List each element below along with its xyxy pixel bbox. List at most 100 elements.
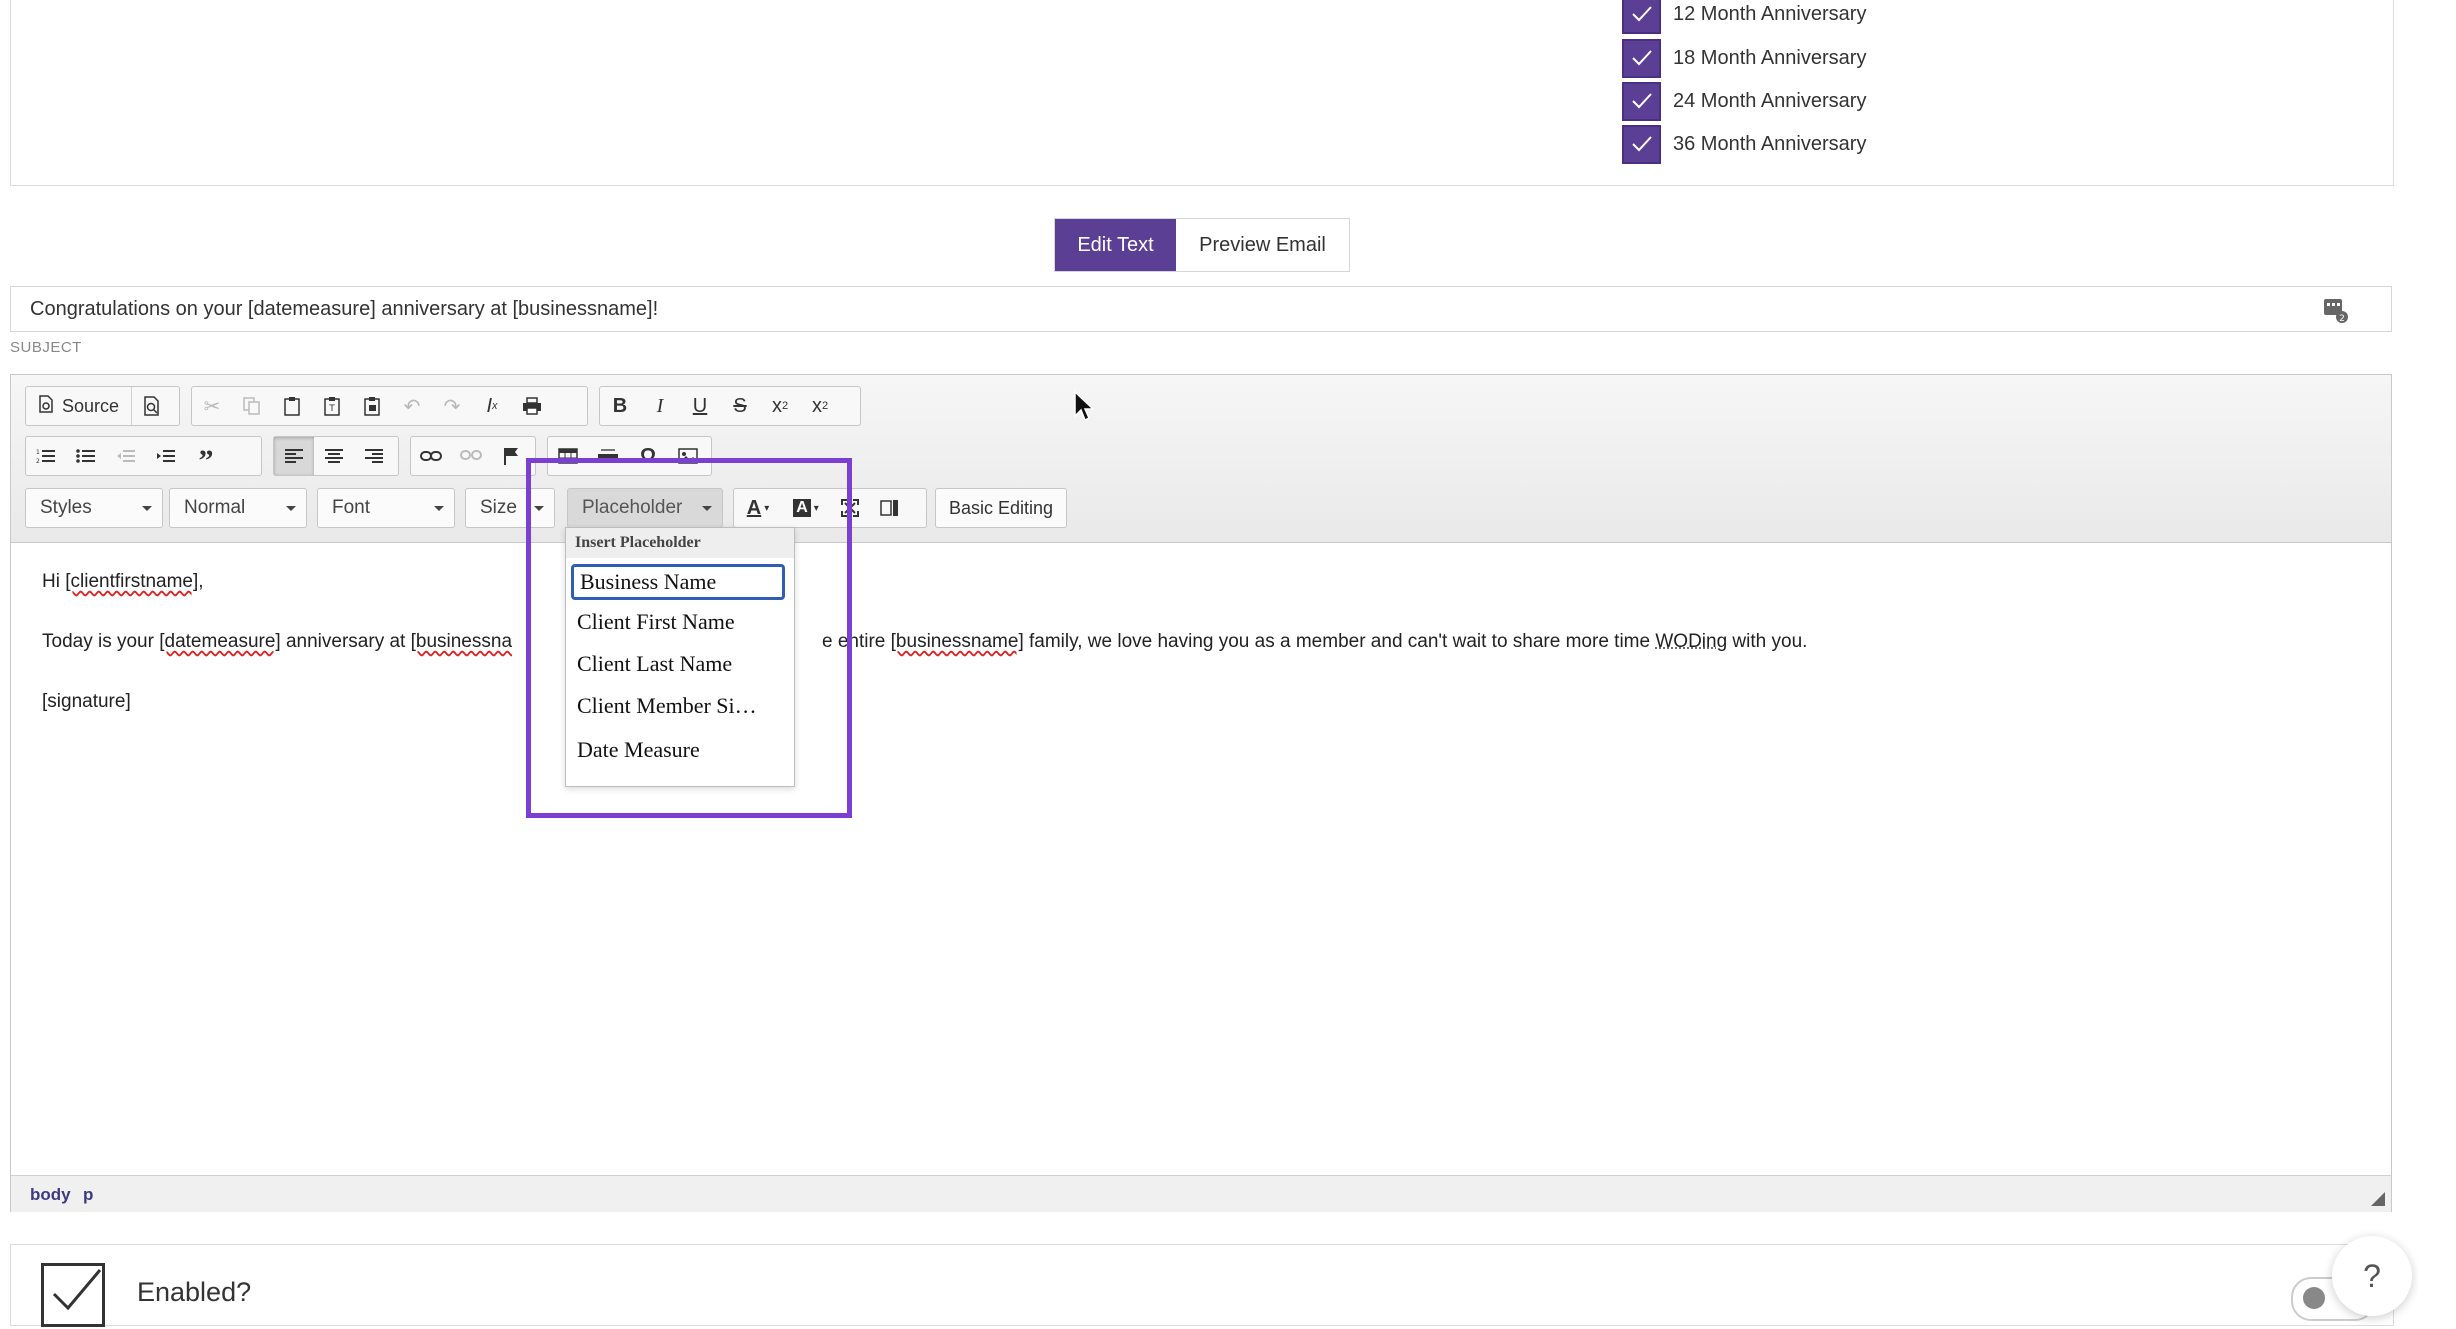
undo-icon[interactable]: ↶	[392, 387, 432, 425]
underline-icon[interactable]: U	[680, 387, 720, 425]
align-center-icon[interactable]	[314, 437, 354, 475]
align-left-icon[interactable]	[274, 437, 314, 475]
source-icon	[38, 395, 54, 418]
numbered-list-icon[interactable]: 12	[26, 437, 66, 475]
bold-icon[interactable]: B	[600, 387, 640, 425]
alignment-group	[273, 436, 399, 476]
mouse-cursor-icon	[1073, 390, 1095, 427]
source-button[interactable]: Source	[26, 387, 132, 425]
paste-word-icon[interactable]	[352, 387, 392, 425]
body-line-greeting: Hi [clientfirstname],	[42, 571, 204, 593]
placeholder-token: [datemeasure]	[159, 631, 280, 652]
anniversary-option[interactable]: 24 Month Anniversary	[1622, 81, 1866, 121]
subject-value: Congratulations on your [datemeasure] an…	[30, 298, 658, 321]
styles-label: Styles	[40, 497, 92, 519]
text-fragment: with you.	[1727, 631, 1807, 652]
redo-icon[interactable]: ↷	[432, 387, 472, 425]
anniversary-option[interactable]: 12 Month Anniversary	[1622, 0, 1866, 34]
body-line-main-continued: e entire [businessname] family, we love …	[822, 631, 1807, 653]
blockquote-icon[interactable]: ”	[186, 437, 226, 475]
svg-text:2: 2	[2339, 314, 2345, 324]
path-p[interactable]: p	[83, 1185, 93, 1205]
italic-icon[interactable]: I	[640, 387, 680, 425]
strikethrough-icon[interactable]: S	[720, 387, 760, 425]
chevron-down-icon	[142, 506, 152, 511]
enabled-checkbox[interactable]	[41, 1263, 105, 1327]
remove-format-icon[interactable]: Ix	[472, 387, 512, 425]
bulleted-list-icon[interactable]	[66, 437, 106, 475]
superscript-icon[interactable]: x2	[800, 387, 840, 425]
svg-text:1: 1	[36, 449, 40, 456]
body-line-main: Today is your [datemeasure] anniversary …	[42, 631, 512, 653]
styles-combo[interactable]: Styles	[25, 488, 163, 528]
text-fragment: anniversary at	[281, 631, 411, 652]
format-combo[interactable]: Normal	[169, 488, 307, 528]
enabled-label: Enabled?	[137, 1277, 251, 1308]
link-icon[interactable]	[411, 437, 451, 475]
paste-icon[interactable]	[272, 387, 312, 425]
editor-statusbar: body p	[11, 1175, 2391, 1212]
paste-text-icon[interactable]: T	[312, 387, 352, 425]
anniversary-option[interactable]: 36 Month Anniversary	[1622, 124, 1866, 164]
mode-switch: Edit Text Preview Email	[1054, 218, 1350, 272]
source-label: Source	[62, 396, 119, 417]
text-fragment: Hi	[42, 571, 65, 592]
editor-toolbar: Source ✂ T ↶ ↷ Ix B I U S x 2 x 2 1 2 ” …	[11, 375, 2391, 543]
basic-editing-button[interactable]: Basic Editing	[935, 488, 1067, 528]
toggle-knob	[2303, 1287, 2325, 1309]
edit-text-tab[interactable]: Edit Text	[1055, 219, 1176, 271]
document-group: Source	[25, 386, 180, 426]
size-label: Size	[480, 497, 517, 519]
show-blocks-icon[interactable]	[870, 489, 910, 527]
font-combo[interactable]: Font	[317, 488, 455, 528]
indent-icon[interactable]	[146, 437, 186, 475]
list-group: 12 ”	[25, 436, 262, 476]
anchor-flag-icon[interactable]	[491, 437, 531, 475]
placeholder-option-client-first-name[interactable]: Client First Name	[571, 604, 785, 640]
resize-handle-icon[interactable]	[2371, 1192, 2385, 1206]
subject-field[interactable]: Congratulations on your [datemeasure] an…	[10, 286, 2392, 332]
outdent-icon[interactable]	[106, 437, 146, 475]
anniversary-label: 24 Month Anniversary	[1673, 90, 1866, 113]
checkbox-checked-icon[interactable]	[1622, 125, 1661, 164]
text-fragment: family, we love having you as a member a…	[1024, 631, 1656, 652]
placeholder-token: [businessna	[411, 631, 512, 652]
body-line-signature: [signature]	[42, 691, 131, 713]
font-label: Font	[332, 497, 370, 519]
anniversary-card	[10, 0, 2394, 186]
help-button[interactable]: ?	[2332, 1236, 2412, 1316]
checkbox-checked-icon[interactable]	[1622, 82, 1661, 121]
subscript-icon[interactable]: x2	[760, 387, 800, 425]
anniversary-label: 18 Month Anniversary	[1673, 47, 1866, 70]
svg-text:T: T	[328, 404, 335, 414]
links-group	[410, 436, 536, 476]
checkbox-checked-icon[interactable]	[1622, 39, 1661, 78]
print-icon[interactable]	[512, 387, 552, 425]
rich-text-editor: Source ✂ T ↶ ↷ Ix B I U S x 2 x 2 1 2 ” …	[10, 374, 2392, 1212]
anniversary-label: 12 Month Anniversary	[1673, 3, 1866, 26]
anniversary-option[interactable]: 18 Month Anniversary	[1622, 38, 1866, 78]
subject-label: SUBJECT	[10, 339, 82, 356]
preview-icon[interactable]	[132, 387, 172, 425]
placeholder-dropdown: Insert Placeholder Business Name Client …	[565, 527, 795, 787]
copy-icon[interactable]	[232, 387, 272, 425]
placeholder-option-client-last-name[interactable]: Client Last Name	[571, 646, 785, 682]
page-edge	[2418, 0, 2456, 1314]
chevron-down-icon	[286, 506, 296, 511]
placeholder-token: [clientfirstname]	[65, 571, 198, 592]
placeholder-insert-icon[interactable]: 2	[2323, 298, 2349, 329]
chevron-down-icon	[434, 506, 444, 511]
svg-text:2: 2	[36, 458, 40, 464]
placeholder-option-business-name[interactable]: Business Name	[571, 564, 785, 600]
preview-email-tab[interactable]: Preview Email	[1176, 219, 1349, 271]
cut-icon[interactable]: ✂	[192, 387, 232, 425]
placeholder-option-date-measure[interactable]: Date Measure	[571, 732, 785, 768]
align-right-icon[interactable]	[354, 437, 394, 475]
placeholder-token: [businessname]	[891, 631, 1024, 652]
unlink-icon[interactable]	[451, 437, 491, 475]
dropdown-title: Insert Placeholder	[566, 528, 794, 558]
placeholder-option-client-member-since[interactable]: Client Member Si…	[571, 688, 785, 724]
text-fragment: WODing	[1655, 631, 1727, 652]
checkbox-checked-icon[interactable]	[1622, 0, 1661, 34]
path-body[interactable]: body	[30, 1185, 71, 1205]
